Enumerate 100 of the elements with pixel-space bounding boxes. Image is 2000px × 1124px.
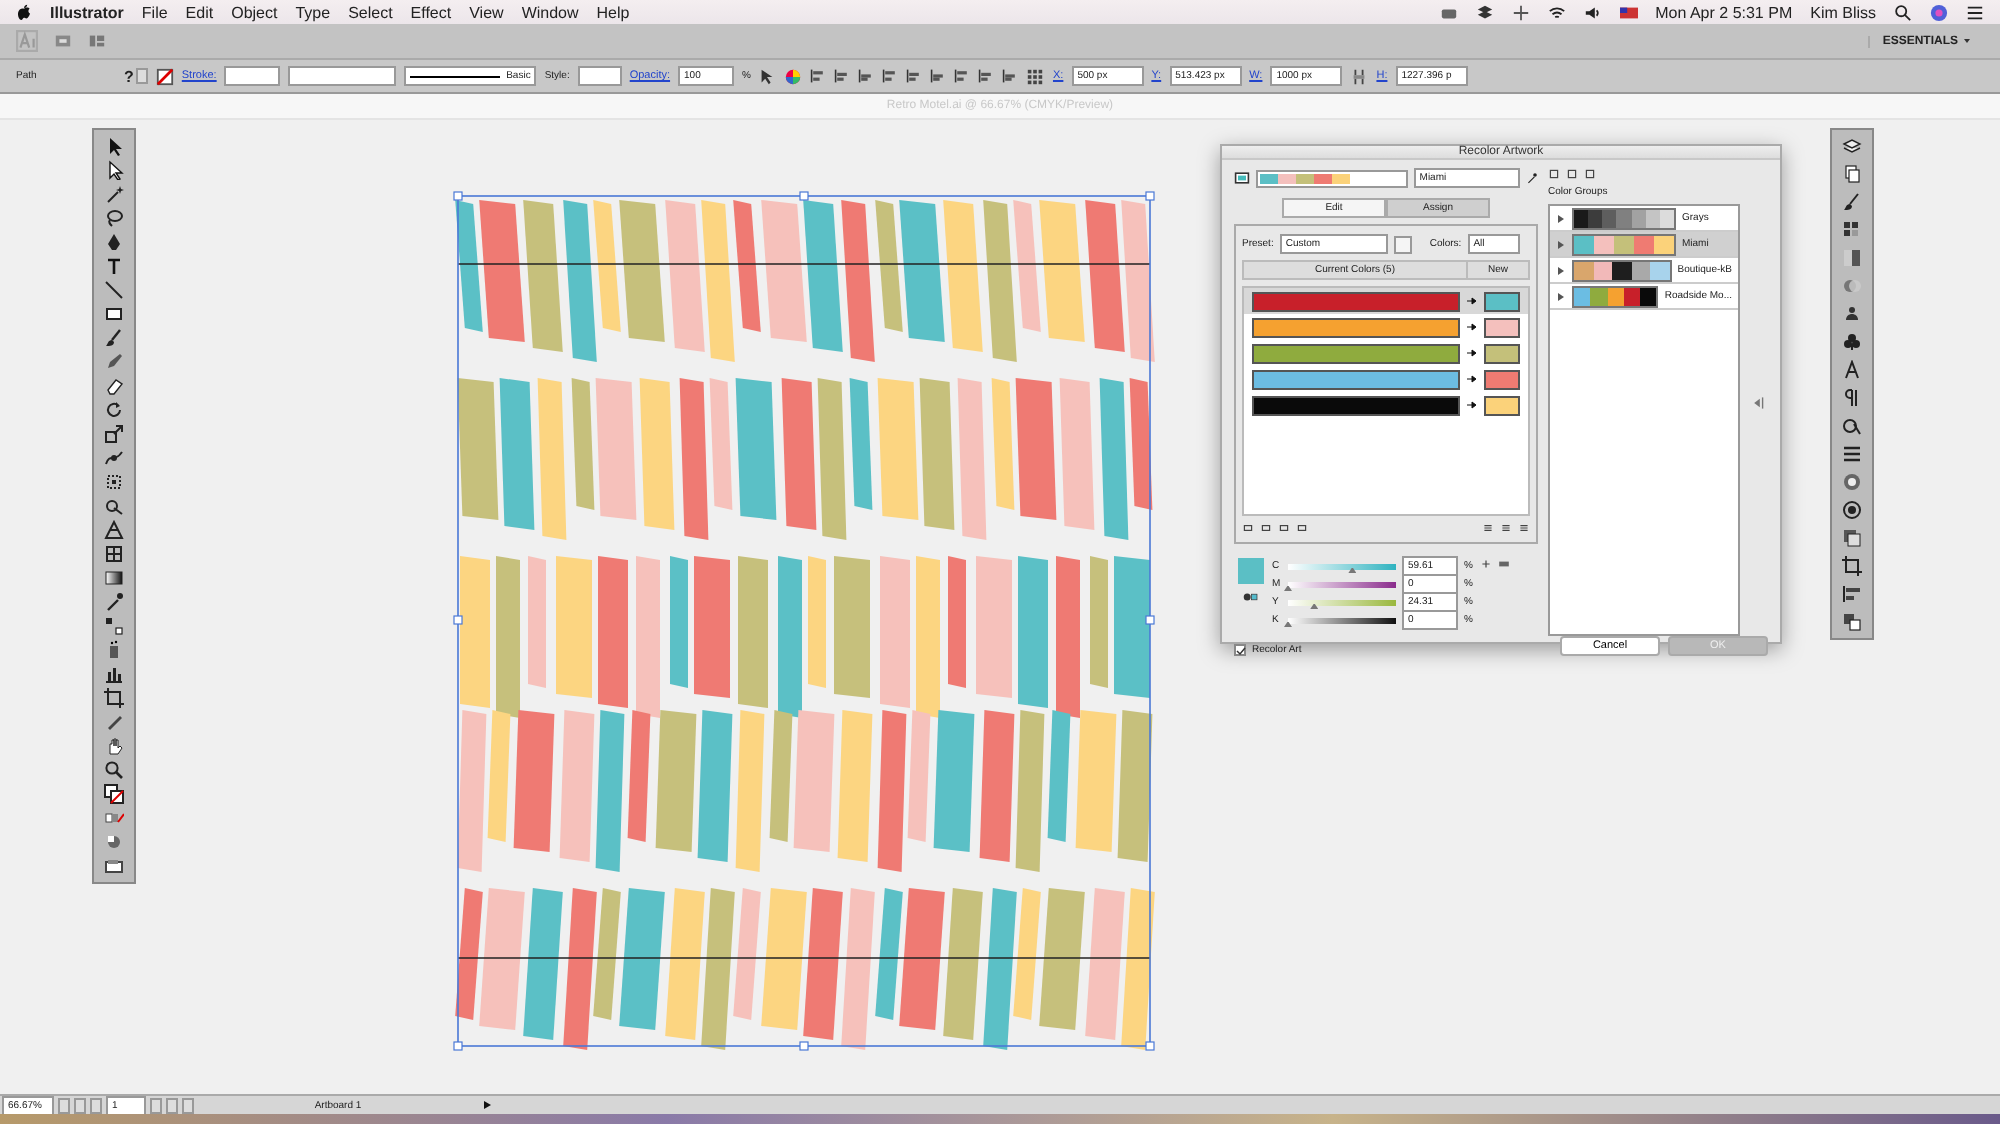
reference-point-icon[interactable] (1026, 67, 1045, 85)
magic-wand-icon[interactable] (104, 184, 124, 204)
menu-item[interactable]: File (141, 3, 168, 21)
type-tool-icon[interactable] (104, 256, 124, 276)
align-top-icon[interactable] (882, 68, 899, 84)
perspective-grid-icon[interactable] (104, 520, 124, 540)
menu-item[interactable]: Edit (185, 3, 214, 21)
user-name[interactable]: Kim Bliss (1810, 3, 1876, 21)
apple-icon[interactable] (16, 4, 32, 20)
pencil-icon[interactable] (104, 352, 124, 372)
wifi-icon[interactable] (1547, 3, 1566, 21)
brush-icon[interactable] (1842, 192, 1862, 212)
paragraph-icon[interactable] (1842, 388, 1862, 408)
menu-item[interactable]: Object (231, 3, 278, 21)
slider-thumb[interactable] (1310, 603, 1319, 609)
menu-item[interactable]: Select (348, 3, 393, 21)
fill-stroke-icon[interactable] (104, 784, 124, 804)
pages-icon[interactable] (1842, 164, 1862, 184)
arrange-icon[interactable] (88, 32, 106, 50)
siri-icon[interactable] (1930, 3, 1948, 21)
align-center-icon[interactable] (834, 68, 851, 84)
menu-icon[interactable] (1966, 3, 1984, 21)
slider-track[interactable] (1288, 563, 1396, 569)
artboard-icon[interactable] (104, 688, 124, 708)
eraser-icon[interactable] (104, 376, 124, 396)
recolor-art-checkbox[interactable] (1234, 644, 1246, 656)
arrow-icon (1466, 400, 1478, 410)
expand-triangle-icon (1556, 265, 1566, 275)
menu-item[interactable]: Effect (410, 3, 452, 21)
eyedropper-icon[interactable] (104, 592, 124, 612)
arrow-icon (1466, 296, 1478, 306)
recolor-wheel-icon[interactable] (784, 67, 803, 85)
align-bottom-icon[interactable] (930, 68, 947, 84)
column-graph-icon[interactable] (104, 664, 124, 684)
menu-item[interactable]: Help (596, 3, 630, 21)
align-middle-icon[interactable] (906, 68, 923, 84)
checkmark-icon (1235, 645, 1245, 655)
line-icon[interactable] (104, 280, 124, 300)
new-color-swatch[interactable] (1484, 291, 1520, 311)
search-icon[interactable] (1894, 3, 1912, 21)
target-icon[interactable] (1842, 500, 1862, 520)
scale-icon[interactable] (104, 424, 124, 444)
artwork-swatch-icon[interactable] (1234, 170, 1250, 186)
free-transform-icon[interactable] (104, 472, 124, 492)
menu-item[interactable]: Window (521, 3, 579, 21)
clock-text: Mon Apr 2 5:31 PM (1655, 3, 1793, 21)
collapse-arrow-icon[interactable] (1750, 393, 1764, 411)
flag-icon[interactable] (1619, 3, 1638, 21)
paintbrush-icon[interactable] (104, 328, 124, 348)
zoom-icon[interactable] (104, 760, 124, 780)
align-right-icon[interactable] (858, 68, 875, 84)
slider-track[interactable] (1288, 599, 1396, 605)
link-icon[interactable] (1350, 67, 1369, 85)
expand-triangle-icon (1556, 239, 1566, 249)
menu-item[interactable]: Type (295, 3, 331, 21)
arrow-icon (1466, 348, 1478, 358)
gradient-square-icon[interactable] (1842, 248, 1862, 268)
character-icon[interactable] (1842, 360, 1862, 380)
app-menu[interactable]: Illustrator (50, 3, 124, 21)
menu-item[interactable]: View (469, 3, 504, 21)
color-row[interactable] (1244, 288, 1528, 314)
new-color-swatch[interactable] (1484, 395, 1520, 415)
hand-icon[interactable] (104, 736, 124, 756)
selection-arrow-icon[interactable] (104, 136, 124, 156)
stacked-layers-icon[interactable] (1842, 136, 1862, 156)
rotate-icon[interactable] (104, 400, 124, 420)
pen-icon[interactable] (104, 232, 124, 252)
style-dropdown[interactable] (577, 66, 622, 86)
align-icon[interactable] (1842, 584, 1862, 604)
stroke-lines-icon[interactable] (1842, 444, 1862, 464)
expand-triangle-icon (1556, 213, 1566, 223)
caret-icon (1962, 36, 1972, 46)
rectangle-icon[interactable] (104, 304, 124, 324)
slider-thumb[interactable] (1348, 567, 1357, 573)
align-left-icon[interactable] (810, 68, 827, 84)
new-color-swatch[interactable] (1484, 343, 1520, 363)
color-group-swatch-dropdown[interactable] (1256, 169, 1408, 187)
lasso-icon[interactable] (104, 208, 124, 228)
slider-thumb[interactable] (1284, 585, 1292, 591)
club-icon[interactable] (1842, 332, 1862, 352)
warp-icon[interactable] (104, 448, 124, 468)
preset-options-button[interactable] (1393, 235, 1412, 253)
slider-thumb[interactable] (1284, 621, 1292, 627)
gradient-icon[interactable] (104, 568, 124, 588)
variable-width-field[interactable] (288, 66, 397, 86)
new-color-swatch[interactable] (1484, 369, 1520, 389)
slider-track[interactable] (1288, 581, 1396, 587)
mesh-icon[interactable] (104, 544, 124, 564)
new-color-swatch[interactable] (1484, 317, 1520, 337)
play-triangle-icon[interactable] (482, 1100, 492, 1110)
direct-selection-icon[interactable] (104, 160, 124, 180)
arrow-icon (1466, 374, 1478, 384)
slider-track[interactable] (1288, 617, 1396, 623)
stroke-weight-field[interactable] (224, 66, 281, 86)
no-stroke-icon[interactable] (155, 67, 174, 85)
fill-swatch[interactable]: ? (124, 67, 134, 85)
speaker-icon[interactable] (1583, 3, 1602, 21)
expand-triangle-icon (1556, 291, 1566, 301)
swatch-grid-icon[interactable] (1842, 220, 1862, 240)
transparency-icon[interactable] (1842, 276, 1862, 296)
